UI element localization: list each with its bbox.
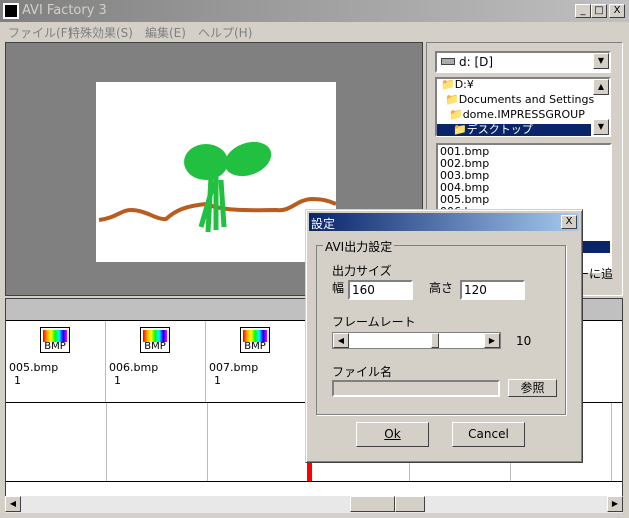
frame-count: 1 <box>214 374 221 387</box>
scroll-left-button[interactable]: ◀ <box>5 496 21 512</box>
width-input[interactable]: 160 <box>348 280 413 300</box>
chevron-down-icon[interactable]: ▼ <box>593 53 609 69</box>
scroll-thumb[interactable] <box>350 496 395 512</box>
bmp-icon: BMP <box>40 327 70 353</box>
frame-name: 007.bmp <box>209 361 259 374</box>
dialog-title-bar: 設定 X <box>309 213 579 231</box>
tree-item[interactable]: 📁dome.IMPRESSGROUP <box>437 109 609 121</box>
frame-cell[interactable]: BMP 007.bmp 1 <box>206 321 306 403</box>
tree-item[interactable]: 📁D:¥ <box>437 79 609 91</box>
menu-bar: ファイル(F) 特殊効果(S) 編集(E) ヘルプ(H) <box>0 22 629 40</box>
title-bar: AVI Factory 3 _ □ X <box>0 0 629 22</box>
horizontal-scrollbar[interactable]: ◀ ▶ <box>5 496 623 513</box>
group-label: AVI出力設定 <box>323 238 395 255</box>
cancel-button[interactable]: Cancel <box>452 422 525 447</box>
sprout-drawing <box>98 141 337 233</box>
folder-tree[interactable]: 📁D:¥ 📁Documents and Settings 📁dome.IMPRE… <box>435 77 611 137</box>
drive-select[interactable]: d: [D] ▼ <box>435 51 611 73</box>
maximize-button[interactable]: □ <box>591 4 607 18</box>
drive-icon <box>441 58 455 65</box>
slider-left-button[interactable]: ◀ <box>333 333 349 348</box>
bmp-icon: BMP <box>140 327 170 353</box>
frame-name: 005.bmp <box>9 361 59 374</box>
framerate-value: 10 <box>516 334 532 348</box>
slider-right-button[interactable]: ▶ <box>484 333 500 348</box>
app-icon <box>3 3 19 19</box>
menu-effects[interactable]: 特殊効果(S) <box>68 24 133 41</box>
filename-input[interactable] <box>332 380 500 397</box>
frame-name: 006.bmp <box>109 361 159 374</box>
scroll-right-button[interactable]: ▶ <box>607 496 623 512</box>
minimize-button[interactable]: _ <box>575 4 591 18</box>
playhead-cursor[interactable] <box>307 463 312 481</box>
settings-dialog: 設定 X AVI出力設定 出力サイズ 幅 160 高さ 120 フレームレート … <box>305 209 583 463</box>
filename-label: ファイル名 <box>332 365 393 379</box>
dialog-title: 設定 <box>311 217 336 231</box>
browse-button[interactable]: 参照 <box>508 379 557 397</box>
drive-label: d: [D] <box>459 55 494 69</box>
scroll-up-button[interactable]: ▲ <box>593 79 609 95</box>
ok-button[interactable]: Ok <box>356 422 429 447</box>
framerate-label: フレームレート <box>332 315 416 329</box>
height-input[interactable]: 120 <box>460 280 525 300</box>
menu-help[interactable]: ヘルプ(H) <box>198 24 252 41</box>
frame-cell[interactable]: BMP 005.bmp 1 <box>6 321 106 403</box>
frame-cell[interactable]: BMP 006.bmp 1 <box>106 321 206 403</box>
frame-count: 1 <box>114 374 121 387</box>
framerate-slider[interactable]: ◀ ▶ <box>332 332 501 349</box>
window-title: AVI Factory 3 <box>22 3 107 18</box>
slider-thumb[interactable] <box>431 333 439 348</box>
tree-item[interactable]: 📁Documents and Settings <box>437 94 609 106</box>
tree-item-selected[interactable]: 📁デスクトップ <box>437 124 591 136</box>
bmp-icon: BMP <box>240 327 270 353</box>
dialog-close-button[interactable]: X <box>561 215 577 229</box>
menu-edit[interactable]: 編集(E) <box>145 24 186 41</box>
menu-file[interactable]: ファイル(F) <box>8 24 72 41</box>
frame-count: 1 <box>14 374 21 387</box>
scroll-down-button[interactable]: ▼ <box>593 119 609 135</box>
preview-image <box>96 82 337 262</box>
close-button[interactable]: X <box>609 4 625 18</box>
size-label: 出力サイズ <box>332 264 392 278</box>
avi-output-group: AVI出力設定 出力サイズ 幅 160 高さ 120 フレームレート ◀ ▶ 1… <box>316 238 566 415</box>
height-label: 高さ <box>429 281 454 295</box>
width-label: 幅 <box>332 281 345 295</box>
